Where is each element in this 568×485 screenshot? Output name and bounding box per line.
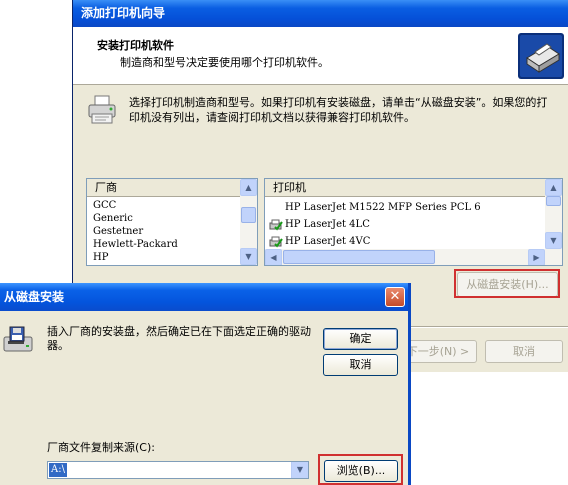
manufacturer-item[interactable]: Gestetner — [93, 225, 143, 238]
scroll-up-icon[interactable]: ▲ — [545, 179, 562, 196]
disk-dialog-title: 从磁盘安装 — [4, 290, 65, 304]
scroll-right-icon[interactable]: ▶ — [528, 249, 545, 265]
wizard-header: 安装打印机软件 制造商和型号决定要使用哪个打印机软件。 — [73, 27, 568, 85]
wizard-instruction-text: 选择打印机制造商和型号。如果打印机有安装磁盘，请单击“从磁盘安装”。如果您的打印… — [129, 96, 548, 124]
certified-driver-icon — [269, 236, 283, 248]
manufacturer-item[interactable]: GCC — [93, 199, 116, 212]
printer-item[interactable]: HP LaserJet M1522 MFP Series PCL 6 — [285, 201, 481, 214]
disk-dialog-message: 插入厂商的安装盘，然后确定已在下面选定正确的驱动器。 — [47, 325, 311, 352]
manufacturer-item[interactable]: Generic — [93, 212, 133, 225]
copy-from-value[interactable]: A:\ — [49, 463, 67, 477]
scroll-down-icon[interactable]: ▼ — [545, 232, 562, 249]
chevron-down-icon[interactable]: ▼ — [291, 462, 308, 478]
printer-model-list[interactable]: 打印机 HP LaserJet M1522 MFP Series PCL 6 H… — [264, 178, 563, 266]
copy-from-combobox[interactable]: A:\ ▼ — [47, 461, 309, 479]
manufacturer-item[interactable]: Hewlett-Packard — [93, 238, 178, 251]
manufacturer-list-scrollbar[interactable]: ▲ ▼ — [240, 179, 257, 265]
manufacturer-list[interactable]: 厂商 GCC Generic Gestetner Hewlett-Packard… — [86, 178, 258, 266]
wizard-cancel-button[interactable]: 取消 — [485, 340, 563, 363]
close-icon[interactable]: ✕ — [385, 287, 405, 307]
certified-driver-icon — [269, 219, 283, 231]
wizard-title: 添加打印机向导 — [81, 6, 166, 20]
have-disk-highlight-box — [454, 269, 560, 298]
printer-item[interactable]: HP LaserJet 4LC — [285, 218, 370, 231]
manufacturer-item[interactable]: HP — [93, 251, 108, 264]
scroll-thumb[interactable] — [241, 207, 256, 223]
manufacturer-list-header: 厂商 — [87, 179, 240, 197]
scroll-left-icon[interactable]: ◀ — [265, 249, 282, 265]
printer-wizard-icon — [518, 33, 564, 79]
floppy-drive-icon — [3, 326, 33, 352]
scroll-up-icon[interactable]: ▲ — [240, 179, 257, 196]
printer-list-hscrollbar[interactable]: ◀ ▶ — [265, 249, 545, 265]
disk-cancel-button[interactable]: 取消 — [323, 354, 398, 376]
printer-list-scrollbar[interactable]: ▲ ▼ — [545, 179, 562, 265]
copy-from-label: 厂商文件复制来源(C): — [47, 441, 155, 454]
printer-list-header: 打印机 — [265, 179, 545, 197]
scroll-thumb[interactable] — [283, 250, 435, 264]
disk-dialog-title-bar[interactable]: 从磁盘安装 ✕ — [0, 283, 408, 311]
wizard-header-subtitle: 制造商和型号决定要使用哪个打印机软件。 — [120, 56, 329, 69]
scroll-thumb[interactable] — [546, 196, 561, 206]
wizard-title-bar[interactable]: 添加打印机向导 — [73, 0, 568, 27]
install-from-disk-dialog: 从磁盘安装 ✕ 插入厂商的安装盘，然后确定已在下面选定正确的驱动器。 确定 取消… — [0, 283, 411, 485]
scroll-down-icon[interactable]: ▼ — [240, 248, 257, 265]
wizard-header-title: 安装打印机软件 — [97, 39, 174, 52]
ok-button[interactable]: 确定 — [323, 328, 398, 350]
browse-highlight-box — [318, 454, 403, 485]
printer-item[interactable]: HP LaserJet 4VC — [285, 235, 370, 248]
printer-icon — [88, 95, 116, 124]
